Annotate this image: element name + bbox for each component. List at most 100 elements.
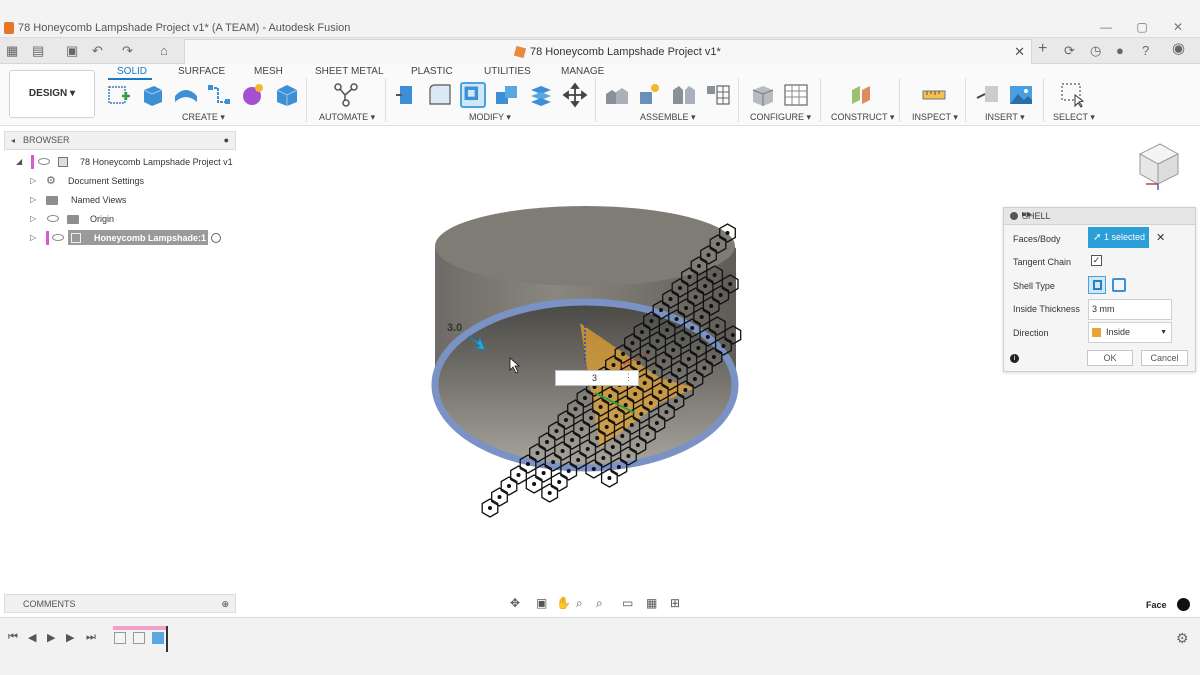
tangent-chain-checkbox[interactable]: ✓ — [1091, 255, 1102, 266]
joint-icon[interactable] — [637, 82, 663, 108]
workspace-switcher[interactable]: DESIGN ▾ — [9, 70, 95, 118]
create-group-label[interactable]: CREATE ▾ — [182, 112, 225, 123]
expand-dialog-icon[interactable]: ▸▸ — [1022, 209, 1191, 220]
shell-type-outside-icon[interactable] — [1112, 278, 1126, 292]
construct-group-label[interactable]: CONSTRUCT ▾ — [831, 112, 894, 123]
automate-icon[interactable] — [333, 82, 359, 108]
offset-face-icon[interactable] — [528, 82, 554, 108]
dialog-collapse-icon[interactable] — [1010, 212, 1018, 220]
cancel-button[interactable]: Cancel — [1141, 350, 1188, 366]
tree-item-origin[interactable]: ▷ Origin — [30, 210, 230, 228]
viewcube[interactable] — [1134, 140, 1184, 192]
orbit-icon[interactable]: ✥ — [510, 596, 520, 610]
fit-icon[interactable]: ⌕ — [596, 596, 603, 611]
inside-thickness-input[interactable]: 3 mm — [1088, 299, 1172, 320]
insert-group-label[interactable]: INSERT ▾ — [985, 112, 1025, 123]
tree-item-document-settings[interactable]: ▷ ⚙ Document Settings — [30, 172, 230, 190]
visibility-eye-icon[interactable] — [52, 234, 64, 241]
faces-body-selection-button[interactable]: ➚ 1 selected — [1088, 227, 1149, 248]
extrude-icon[interactable] — [140, 82, 166, 108]
close-window-button[interactable]: ✕ — [1170, 20, 1186, 34]
select-group-label[interactable]: SELECT ▾ — [1053, 112, 1095, 123]
pin-icon[interactable]: ● — [224, 135, 229, 145]
thickness-dimension-input[interactable]: 3 ⋮ — [555, 370, 639, 386]
close-tab-icon[interactable]: ✕ — [1014, 44, 1025, 60]
inspect-group-label[interactable]: INSPECT ▾ — [912, 112, 958, 123]
display-settings-icon[interactable]: ▭ — [622, 596, 633, 610]
timeline-settings-gear-icon[interactable]: ⚙ — [1176, 630, 1189, 647]
step-back-icon[interactable]: ◀ — [28, 631, 36, 644]
add-comment-icon[interactable]: ⊕ — [221, 599, 229, 610]
bill-of-materials-icon[interactable] — [705, 82, 731, 108]
new-tab-icon[interactable]: + — [1038, 41, 1047, 57]
expand-triangle-icon[interactable]: ▷ — [30, 229, 36, 247]
revolve-icon[interactable] — [173, 82, 199, 108]
cylinder-top[interactable] — [435, 206, 735, 286]
file-menu-icon[interactable]: ▤ — [32, 43, 44, 59]
configure-icon[interactable] — [750, 82, 776, 108]
clear-selection-icon[interactable]: ✕ — [1156, 231, 1165, 244]
tab-manage[interactable]: MANAGE — [561, 66, 604, 77]
automate-group-label[interactable]: AUTOMATE ▾ — [319, 112, 375, 123]
shell-dialog-header[interactable]: SHELL ▸▸ — [1004, 208, 1195, 225]
go-to-end-icon[interactable]: ⏭ — [86, 631, 96, 644]
ok-button[interactable]: OK — [1087, 350, 1133, 366]
user-avatar[interactable]: ◉ — [1172, 41, 1185, 57]
maximize-button[interactable]: ▢ — [1134, 20, 1150, 34]
sweep-icon[interactable] — [206, 82, 232, 108]
expand-triangle-icon[interactable]: ◢ — [16, 153, 22, 171]
go-to-start-icon[interactable]: ⏮ — [8, 631, 18, 644]
save-icon[interactable]: ▣ — [66, 43, 78, 59]
zoom-icon[interactable]: ⌕ — [576, 596, 583, 611]
select-icon[interactable] — [1060, 82, 1086, 108]
collapse-icon[interactable]: ◂ — [11, 136, 15, 145]
measure-icon[interactable] — [921, 82, 947, 108]
redo-icon[interactable]: ↷ — [122, 43, 133, 59]
as-built-joint-icon[interactable] — [671, 82, 697, 108]
combine-icon[interactable] — [494, 82, 520, 108]
pan-icon[interactable]: ✋ — [556, 596, 571, 610]
create-sketch-icon[interactable] — [106, 82, 132, 108]
help-icon[interactable]: ? — [1142, 43, 1149, 59]
job-status-icon[interactable]: ◷ — [1090, 43, 1101, 59]
look-at-icon[interactable]: ▣ — [536, 596, 547, 610]
box-icon[interactable] — [274, 82, 300, 108]
selection-priority-icon[interactable] — [1177, 598, 1190, 611]
app-grid-icon[interactable]: ▦ — [6, 43, 18, 59]
info-icon[interactable]: i — [1010, 354, 1019, 363]
shell-tool-button[interactable] — [460, 82, 486, 108]
tree-item-named-views[interactable]: ▷ Named Views — [30, 191, 230, 209]
home-icon[interactable]: ⌂ — [160, 43, 168, 59]
viewports-icon[interactable]: ⊞ — [670, 596, 680, 610]
more-options-icon[interactable]: ⋮ — [624, 372, 633, 383]
tab-plastic[interactable]: PLASTIC — [411, 66, 453, 77]
extensions-icon[interactable]: ⟳ — [1064, 43, 1075, 59]
play-icon[interactable]: ▶ — [47, 631, 55, 644]
comments-panel-header[interactable]: COMMENTS ⊕ — [4, 594, 236, 613]
press-pull-icon[interactable] — [394, 82, 420, 108]
browser-panel-header[interactable]: ◂ BROWSER ● — [4, 131, 236, 150]
expand-triangle-icon[interactable]: ▷ — [30, 191, 36, 209]
expand-triangle-icon[interactable]: ▷ — [30, 210, 36, 228]
expand-triangle-icon[interactable]: ▷ — [30, 172, 36, 190]
tab-sheet-metal[interactable]: SHEET METAL — [315, 66, 384, 77]
configure-group-label[interactable]: CONFIGURE ▾ — [750, 112, 811, 123]
timeline-shell-feature-icon[interactable] — [152, 632, 164, 644]
move-copy-icon[interactable] — [562, 82, 588, 108]
visibility-eye-icon[interactable] — [38, 158, 50, 165]
timeline-sketch-feature-icon[interactable] — [133, 632, 145, 644]
visibility-eye-icon[interactable] — [47, 215, 59, 222]
notifications-icon[interactable]: ● — [1116, 43, 1124, 59]
new-component-icon[interactable] — [604, 82, 630, 108]
activate-radio-icon[interactable] — [211, 233, 221, 243]
document-tab[interactable]: 78 Honeycomb Lampshade Project v1* ✕ — [184, 39, 1032, 64]
insert-derive-icon[interactable] — [975, 82, 1001, 108]
tab-mesh[interactable]: MESH — [254, 66, 283, 77]
timeline-marker[interactable] — [166, 626, 168, 652]
minimize-button[interactable]: — — [1098, 20, 1114, 34]
step-forward-icon[interactable]: ▶ — [66, 631, 74, 644]
tab-surface[interactable]: SURFACE — [178, 66, 225, 77]
undo-icon[interactable]: ↶ — [92, 43, 103, 59]
direction-dropdown[interactable]: Inside ▼ — [1088, 322, 1172, 343]
fillet-icon[interactable] — [427, 82, 453, 108]
